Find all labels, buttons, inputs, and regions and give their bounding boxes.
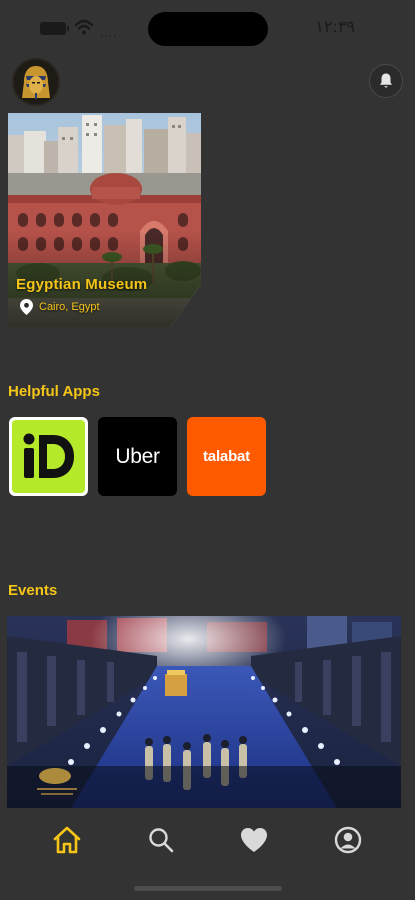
app-tile-talabat[interactable]: talabat bbox=[187, 417, 266, 496]
events-heading: Events bbox=[8, 582, 58, 599]
nav-profile[interactable] bbox=[323, 815, 373, 865]
bell-icon bbox=[380, 73, 392, 88]
location-text: Cairo, Egypt bbox=[39, 301, 100, 313]
search-icon bbox=[148, 828, 173, 853]
heart-icon bbox=[241, 828, 268, 852]
helpful-apps-heading: Helpful Apps bbox=[8, 383, 100, 400]
status-time: ١٢:٣٩ bbox=[315, 17, 355, 36]
indrive-logo-icon bbox=[12, 420, 85, 493]
notification-button[interactable] bbox=[369, 64, 403, 98]
status-bar: .... ١٢:٣٩ bbox=[0, 0, 415, 56]
nav-favorites[interactable] bbox=[229, 815, 279, 865]
nav-home[interactable] bbox=[42, 815, 92, 865]
home-indicator bbox=[134, 886, 282, 891]
app-tile-uber[interactable]: Uber bbox=[98, 417, 177, 496]
pharaoh-mask-icon bbox=[14, 60, 58, 104]
app-tile-indrive[interactable] bbox=[9, 417, 88, 496]
featured-place-card[interactable]: Egyptian Museum Cairo, Egypt bbox=[8, 113, 201, 327]
featured-place-location: Cairo, Egypt bbox=[20, 299, 100, 315]
event-photo bbox=[7, 616, 401, 808]
event-card[interactable] bbox=[7, 616, 401, 808]
uber-logo-text: Uber bbox=[115, 444, 160, 468]
bottom-nav bbox=[0, 810, 415, 870]
dynamic-island bbox=[148, 12, 268, 46]
nav-search[interactable] bbox=[136, 815, 186, 865]
location-pin-icon bbox=[20, 299, 33, 315]
talabat-logo-text: talabat bbox=[203, 448, 250, 465]
signal-indicator: .... bbox=[100, 26, 118, 40]
wifi-icon bbox=[74, 19, 94, 35]
profile-avatar[interactable] bbox=[12, 58, 60, 106]
profile-icon bbox=[334, 826, 362, 854]
featured-place-title: Egyptian Museum bbox=[16, 276, 148, 293]
home-icon bbox=[53, 826, 81, 854]
battery-icon bbox=[40, 22, 69, 35]
museum-photo bbox=[8, 113, 201, 327]
